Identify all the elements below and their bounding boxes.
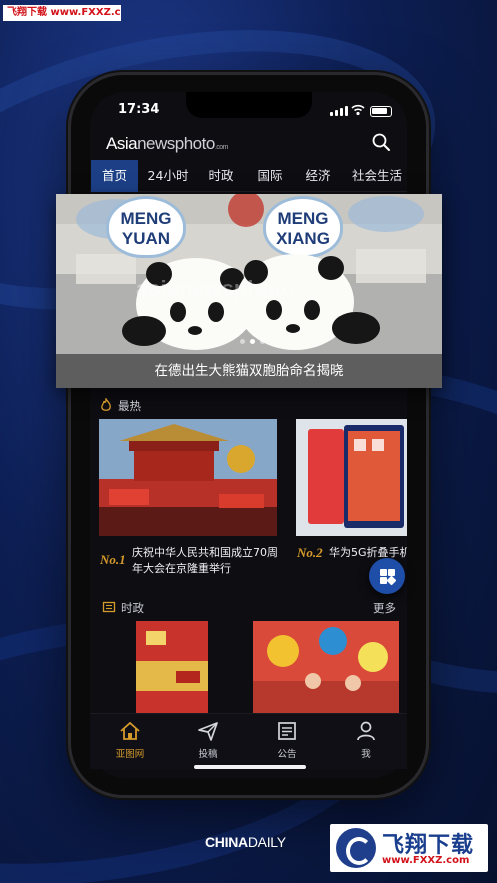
tab-international[interactable]: 国际 bbox=[250, 160, 290, 192]
tiananmen-photo bbox=[99, 419, 277, 536]
politics-card-image-2[interactable] bbox=[253, 621, 399, 713]
tab-home[interactable]: 首页 bbox=[91, 160, 138, 192]
newspaper-icon bbox=[102, 601, 116, 613]
photo-watermark: asianewsphoto bbox=[136, 276, 295, 301]
tab-24h[interactable]: 24小时 bbox=[143, 160, 193, 192]
hot-section-title: 最热 bbox=[118, 399, 141, 413]
hot-card-caption-1[interactable]: 庆祝中华人民共和国成立70周年大会在京隆重举行 bbox=[132, 545, 280, 577]
status-time: 17:34 bbox=[118, 102, 160, 117]
flame-icon bbox=[101, 398, 111, 411]
tab-economy[interactable]: 经济 bbox=[298, 160, 338, 192]
more-link[interactable]: 更多 bbox=[373, 600, 396, 616]
hero-caption[interactable]: 在德出生大熊猫双胞胎命名揭晓 bbox=[56, 354, 442, 388]
status-bar: 17:34 bbox=[90, 100, 407, 122]
hot-card-caption-2[interactable]: 华为5G折叠手机 bbox=[329, 545, 407, 561]
search-icon[interactable] bbox=[371, 132, 391, 152]
nav-me[interactable]: 我 bbox=[336, 720, 396, 760]
foldable-phone-photo bbox=[296, 419, 407, 536]
app-logo[interactable]: Asianewsphoto.com bbox=[106, 134, 228, 154]
signal-icon bbox=[330, 106, 348, 116]
download-site-badge: 飞翔下载 www.FXXZ.com bbox=[330, 824, 488, 872]
panda-name-sign-left: MENG YUAN bbox=[106, 196, 186, 258]
nav-submit[interactable]: 投稿 bbox=[178, 720, 238, 760]
home-indicator[interactable] bbox=[194, 765, 306, 769]
panda-name-sign-right: MENG XIANG bbox=[263, 196, 343, 258]
wifi-icon bbox=[351, 104, 365, 116]
app-header: Asianewsphoto.com bbox=[90, 130, 407, 160]
download-site-logo-icon bbox=[336, 828, 376, 868]
tab-society[interactable]: 社会生活 bbox=[347, 160, 407, 192]
rank-badge-1: No.1 bbox=[100, 552, 126, 567]
grid-menu-button[interactable] bbox=[369, 558, 405, 594]
hot-card-image-2[interactable] bbox=[296, 419, 407, 536]
bottom-navigation: 亚图网 投稿 公告 我 bbox=[90, 713, 407, 769]
home-icon bbox=[120, 721, 140, 740]
user-icon bbox=[357, 721, 375, 741]
download-site-watermark: 飞翔下载 www.FXXZ.com bbox=[3, 5, 121, 21]
politics-card-image-1[interactable] bbox=[136, 621, 208, 713]
send-icon bbox=[198, 722, 218, 741]
tab-politics[interactable]: 时政 bbox=[201, 160, 241, 192]
nav-notice[interactable]: 公告 bbox=[257, 720, 317, 760]
rank-badge-2: No.2 bbox=[297, 545, 323, 560]
hot-card-image-1[interactable] bbox=[99, 419, 277, 536]
carousel-dots bbox=[240, 339, 270, 345]
china-daily-brand: CHINADAILY bbox=[205, 834, 286, 850]
celebration-photo bbox=[253, 621, 399, 713]
download-site-url: www.FXXZ.com bbox=[382, 855, 470, 866]
politics-section-title: 时政 bbox=[121, 601, 144, 615]
hero-carousel[interactable]: MENG YUAN MENG XIANG asianewsphoto 在德出生大… bbox=[56, 194, 442, 388]
category-tabs: 首页 24小时 时政 国际 经济 社会生活 bbox=[90, 160, 407, 192]
battery-icon bbox=[370, 106, 392, 117]
panda-cub-right bbox=[236, 254, 380, 350]
nav-home[interactable]: 亚图网 bbox=[100, 720, 160, 760]
notice-icon bbox=[278, 722, 296, 740]
parade-photo bbox=[136, 621, 208, 713]
